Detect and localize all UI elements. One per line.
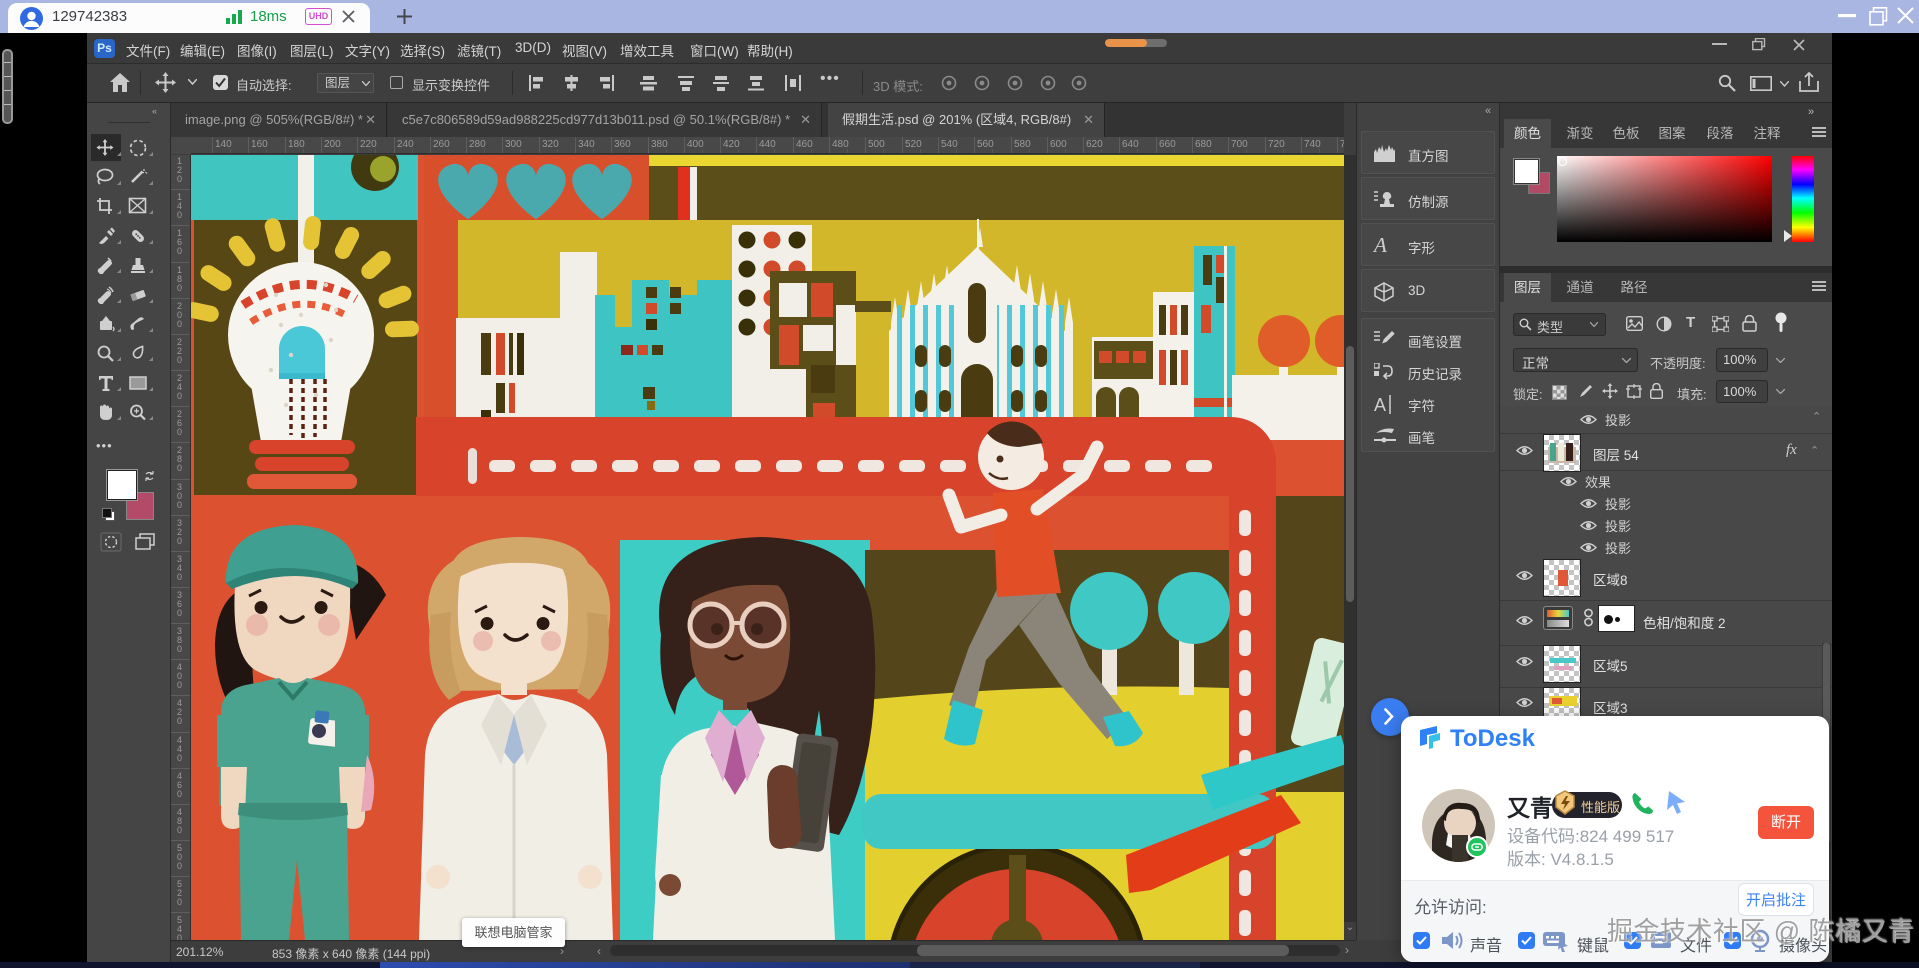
svg-text:A: A (1374, 395, 1386, 414)
